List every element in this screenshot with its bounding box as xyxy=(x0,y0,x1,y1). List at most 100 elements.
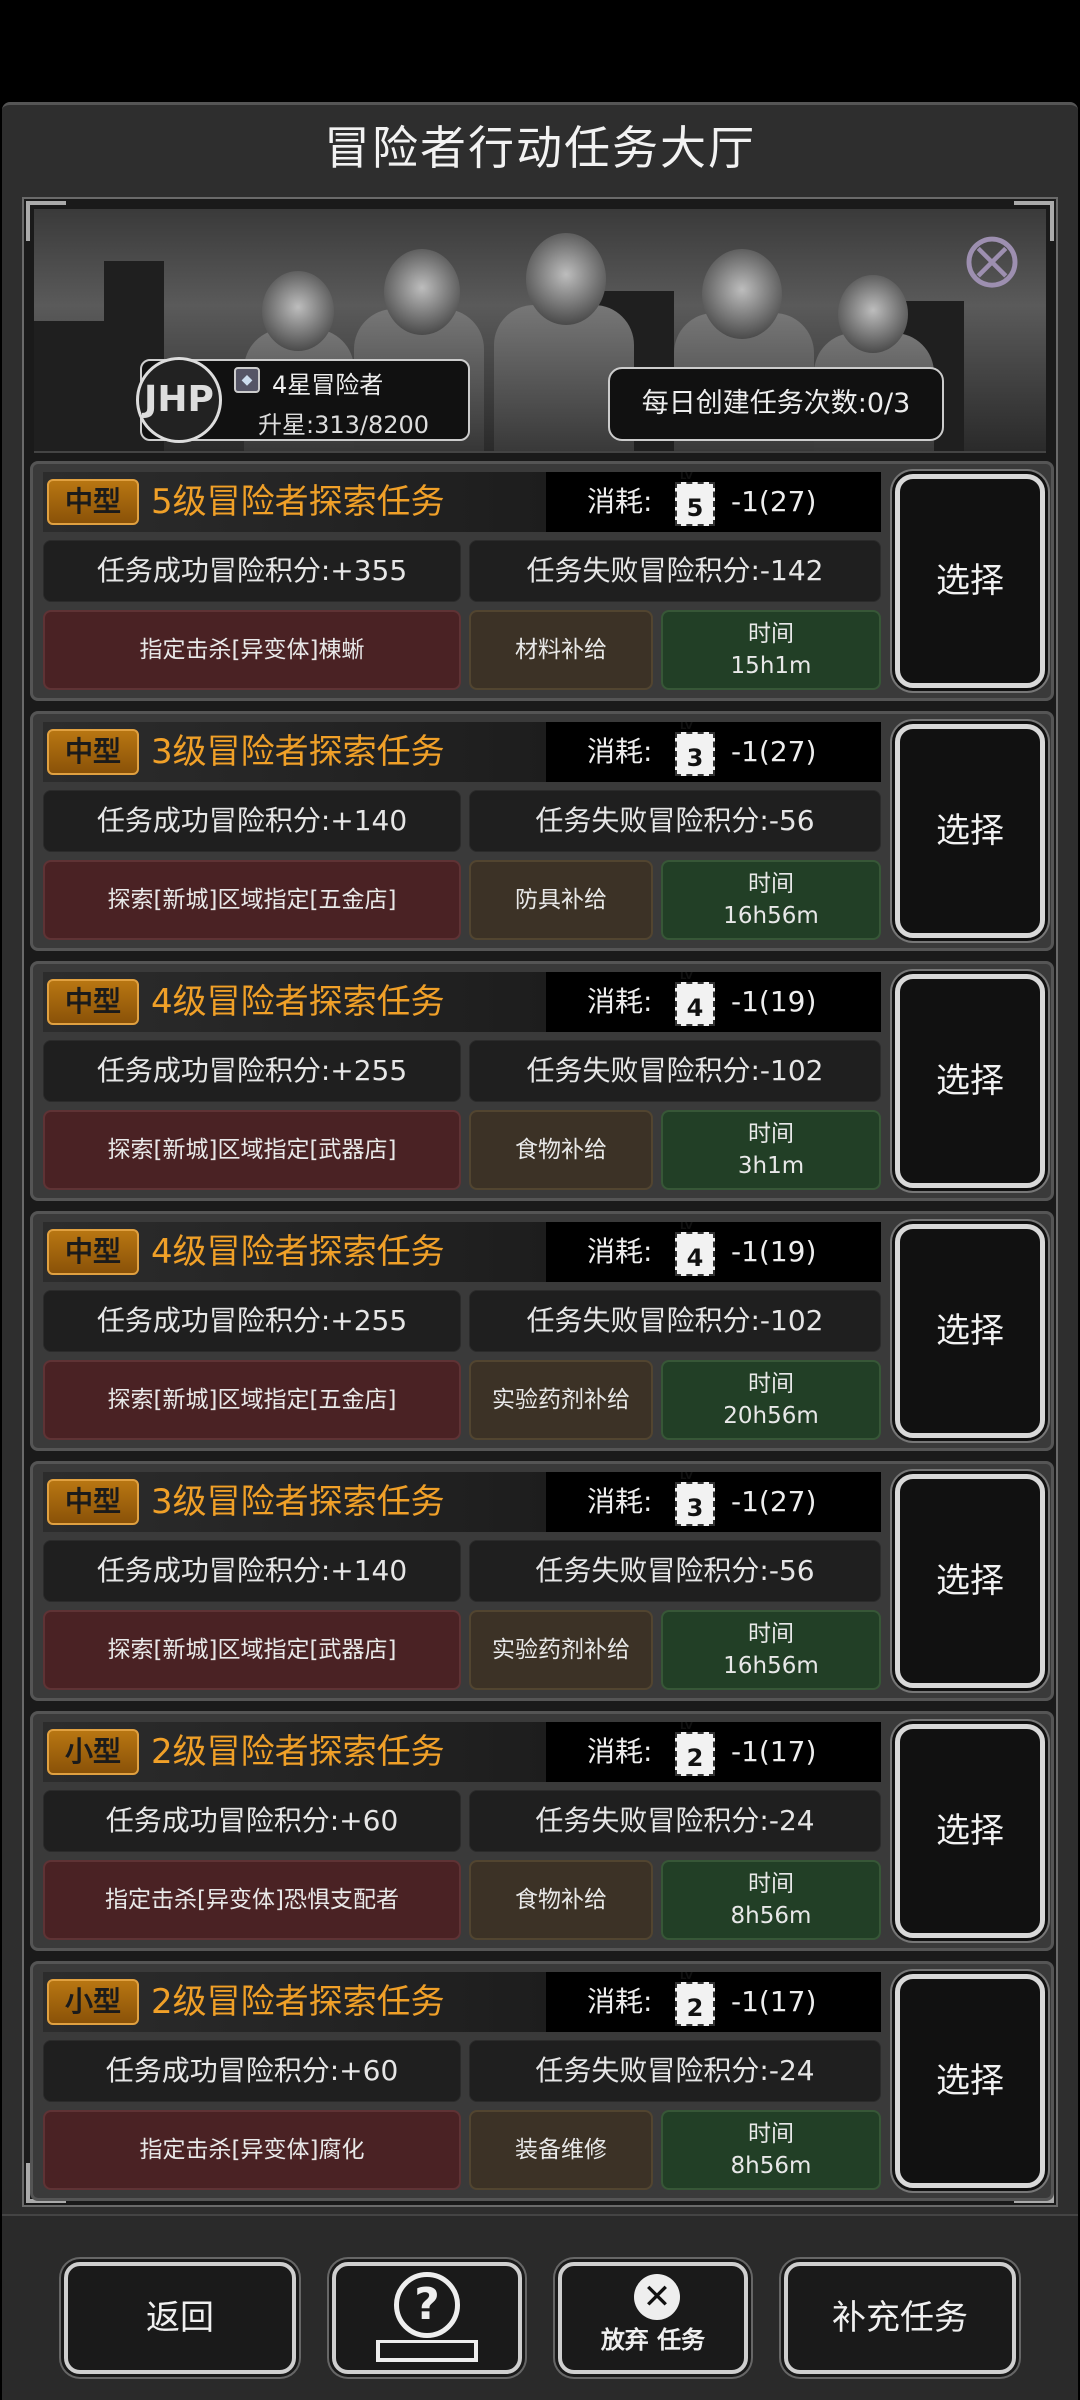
task-header: 中型 3级冒险者探索任务 消耗: 3 -1(27) xyxy=(43,720,881,782)
time-label: 时间 xyxy=(748,1871,794,1897)
success-score: 任务成功冒险积分:+60 xyxy=(43,2040,461,2102)
level-ticket-icon: 3 xyxy=(675,720,715,776)
cost-label: 消耗: xyxy=(587,1985,653,2018)
task-card[interactable]: 中型 3级冒险者探索任务 消耗: 3 -1(27) 任务成功冒险积分:+140任务失败冒险… xyxy=(30,1461,1054,1701)
task-header: 中型 3级冒险者探索任务 消耗: 3 -1(27) xyxy=(43,1470,881,1532)
level-ticket-icon: 2 xyxy=(675,1720,715,1776)
task-target: 探索[新城]区域指定[武器店] xyxy=(43,1610,461,1690)
task-reward-supply: 实验药剂补给 xyxy=(469,1610,653,1690)
task-duration: 时间 3h1m xyxy=(661,1110,881,1190)
character-face xyxy=(838,275,908,353)
task-name: 2级冒险者探索任务 xyxy=(151,1732,445,1772)
cost-label: 消耗: xyxy=(587,1235,653,1268)
task-duration: 时间 8h56m xyxy=(661,1860,881,1940)
cost-value: -1(27) xyxy=(731,485,817,518)
character-face xyxy=(384,249,460,335)
rank-avatar: JHP xyxy=(136,357,222,443)
help-button[interactable]: ? xyxy=(332,2262,522,2374)
task-card[interactable]: 中型 5级冒险者探索任务 消耗: 5 -1(27) 任务成功冒险积分:+355任务失败冒险… xyxy=(30,461,1054,701)
level-ticket-icon: 4 xyxy=(675,970,715,1026)
character-face xyxy=(702,249,782,339)
select-task-button[interactable]: 选择 xyxy=(895,724,1045,938)
task-reward-supply: 材料补给 xyxy=(469,610,653,690)
cost-value: -1(27) xyxy=(731,1485,817,1518)
cost-label: 消耗: xyxy=(587,485,653,518)
select-task-button[interactable]: 选择 xyxy=(895,974,1045,1188)
cost-value: -1(27) xyxy=(731,735,817,768)
fail-score: 任务失败冒险积分:-24 xyxy=(469,1790,881,1852)
faction-emblem-icon: ⨂ xyxy=(965,227,1019,290)
cost-label: 消耗: xyxy=(587,735,653,768)
fail-score: 任务失败冒险积分:-142 xyxy=(469,540,881,602)
task-reward-supply: 装备维修 xyxy=(469,2110,653,2190)
refill-tasks-button[interactable]: 补充任务 xyxy=(784,2262,1016,2374)
time-label: 时间 xyxy=(748,621,794,647)
success-score: 任务成功冒险积分:+355 xyxy=(43,540,461,602)
task-header: 小型 2级冒险者探索任务 消耗: 2 -1(17) xyxy=(43,1970,881,2032)
task-card[interactable]: 中型 3级冒险者探索任务 消耗: 3 -1(27) 任务成功冒险积分:+140任务失败冒险… xyxy=(30,711,1054,951)
bottom-toolbar: 返回 ? ✕ 放弃 任务 补充任务 xyxy=(2,2214,1078,2400)
fail-score: 任务失败冒险积分:-102 xyxy=(469,1290,881,1352)
fail-score: 任务失败冒险积分:-56 xyxy=(469,1540,881,1602)
back-button[interactable]: 返回 xyxy=(64,2262,296,2374)
task-size-badge: 中型 xyxy=(47,1229,139,1275)
time-label: 时间 xyxy=(748,1371,794,1397)
task-card[interactable]: 中型 4级冒险者探索任务 消耗: 4 -1(19) 任务成功冒险积分:+255任务失败冒险… xyxy=(30,1211,1054,1451)
task-target: 指定击杀[异变体]恐惧支配者 xyxy=(43,1860,461,1940)
time-value: 3h1m xyxy=(737,1153,805,1179)
cost-label: 消耗: xyxy=(587,1485,653,1518)
task-list-frame: ⨂ JHP ◆ 4星冒险者 升星:313/8200 每日创建任务次数:0/3 中… xyxy=(22,197,1058,2207)
task-reward-supply: 食物补给 xyxy=(469,1110,653,1190)
task-card[interactable]: 小型 2级冒险者探索任务 消耗: 2 -1(17) 任务成功冒险积分:+60任务失败冒险积… xyxy=(30,1961,1054,2201)
daily-create-count: 每日创建任务次数:0/3 xyxy=(608,367,944,441)
rank-info[interactable]: JHP ◆ 4星冒险者 升星:313/8200 xyxy=(136,357,470,443)
cost-value: -1(19) xyxy=(731,1235,817,1268)
task-reward-supply: 实验药剂补给 xyxy=(469,1360,653,1440)
task-header: 小型 2级冒险者探索任务 消耗: 2 -1(17) xyxy=(43,1720,881,1782)
task-name: 4级冒险者探索任务 xyxy=(151,982,445,1022)
task-duration: 时间 16h56m xyxy=(661,860,881,940)
select-task-button[interactable]: 选择 xyxy=(895,1224,1045,1438)
time-value: 16h56m xyxy=(723,903,819,929)
close-icon: ✕ xyxy=(634,2274,680,2320)
select-task-button[interactable]: 选择 xyxy=(895,1974,1045,2188)
task-target: 指定击杀[异变体]棟蜥 xyxy=(43,610,461,690)
success-score: 任务成功冒险积分:+140 xyxy=(43,1540,461,1602)
task-name: 2级冒险者探索任务 xyxy=(151,1982,445,2022)
level-ticket-icon: 4 xyxy=(675,1220,715,1276)
task-duration: 时间 15h1m xyxy=(661,610,881,690)
success-score: 任务成功冒险积分:+255 xyxy=(43,1290,461,1352)
cost-value: -1(17) xyxy=(731,1985,817,2018)
level-ticket-icon: 5 xyxy=(675,470,715,526)
select-task-button[interactable]: 选择 xyxy=(895,474,1045,688)
question-icon: ? xyxy=(394,2272,460,2338)
fail-score: 任务失败冒险积分:-56 xyxy=(469,790,881,852)
time-label: 时间 xyxy=(748,1621,794,1647)
task-card[interactable]: 小型 2级冒险者探索任务 消耗: 2 -1(17) 任务成功冒险积分:+60任务失败冒险积… xyxy=(30,1711,1054,1951)
task-size-badge: 中型 xyxy=(47,479,139,525)
level-ticket-icon: 2 xyxy=(675,1970,715,2026)
task-name: 5级冒险者探索任务 xyxy=(151,482,445,522)
cost-value: -1(17) xyxy=(731,1735,817,1768)
time-value: 15h1m xyxy=(730,653,812,679)
time-value: 16h56m xyxy=(723,1653,819,1679)
task-size-badge: 小型 xyxy=(47,1979,139,2025)
task-card[interactable]: 中型 4级冒险者探索任务 消耗: 4 -1(19) 任务成功冒险积分:+255任务失败冒险… xyxy=(30,961,1054,1201)
time-value: 8h56m xyxy=(730,2153,812,2179)
abandon-task-button[interactable]: ✕ 放弃 任务 xyxy=(558,2262,748,2374)
cost-value: -1(19) xyxy=(731,985,817,1018)
select-task-button[interactable]: 选择 xyxy=(895,1474,1045,1688)
task-target: 探索[新城]区域指定[五金店] xyxy=(43,1360,461,1440)
task-hall-panel: 冒险者行动任务大厅 ⨂ JHP ◆ 4星冒险者 升星:313/8200 每日创建… xyxy=(2,102,1078,2400)
map-base-icon xyxy=(376,2340,478,2362)
task-size-badge: 中型 xyxy=(47,1479,139,1525)
abandon-task-label: 放弃 任务 xyxy=(600,2326,706,2354)
time-value: 20h56m xyxy=(723,1403,819,1429)
fail-score: 任务失败冒险积分:-102 xyxy=(469,1040,881,1102)
task-duration: 时间 16h56m xyxy=(661,1610,881,1690)
task-name: 3级冒险者探索任务 xyxy=(151,1482,445,1522)
task-header: 中型 4级冒险者探索任务 消耗: 4 -1(19) xyxy=(43,970,881,1032)
select-task-button[interactable]: 选择 xyxy=(895,1724,1045,1938)
success-score: 任务成功冒险积分:+60 xyxy=(43,1790,461,1852)
time-label: 时间 xyxy=(748,1121,794,1147)
